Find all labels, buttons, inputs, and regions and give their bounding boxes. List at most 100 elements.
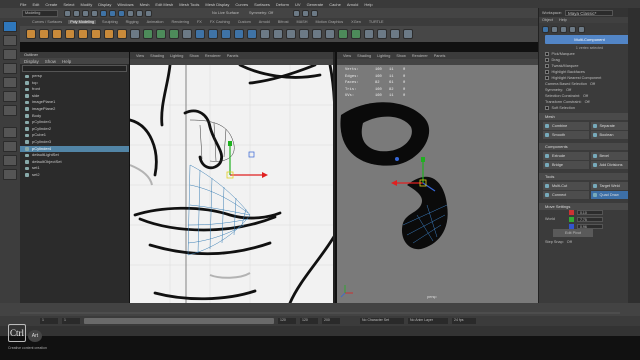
menu-cache[interactable]: Cache <box>329 2 341 7</box>
shelf-tab-arnold[interactable]: Arnold <box>257 20 272 24</box>
world-dropdown[interactable]: World <box>545 217 565 221</box>
move-tool-icon[interactable] <box>3 63 17 74</box>
step-snap-row[interactable]: Step Snap: Off <box>539 239 640 245</box>
menu-modify[interactable]: Modify <box>81 2 93 7</box>
vp1-menu-renderer[interactable]: Renderer <box>205 54 221 58</box>
mesh-section-header[interactable]: Mesh <box>539 113 640 120</box>
outliner-item[interactable]: pCube1 <box>20 132 129 139</box>
lasso-tool-icon[interactable] <box>3 35 17 46</box>
shelf-tab-rendering[interactable]: Rendering <box>169 20 191 24</box>
quad-draw-icon[interactable] <box>312 29 322 39</box>
menu-mesh-display[interactable]: Mesh Display <box>205 2 229 7</box>
fps-dropdown[interactable]: 24 fps <box>452 318 476 324</box>
shelf-tab-mash[interactable]: MASH <box>295 20 310 24</box>
shelf-tab-sculpting[interactable]: Sculpting <box>100 20 120 24</box>
outliner-menu-help[interactable]: Help <box>62 59 71 64</box>
vertex-mode-icon[interactable] <box>551 25 558 33</box>
outliner-item[interactable]: imagePlane2 <box>20 106 129 113</box>
range-end-field[interactable]: 120 <box>278 318 296 324</box>
menu-create[interactable]: Create <box>45 2 57 7</box>
outliner-item[interactable]: set2 <box>20 172 129 179</box>
connect-button[interactable]: Connect <box>543 191 589 199</box>
soft-selection-toggle[interactable]: Soft Selection <box>539 105 640 111</box>
outliner-item[interactable]: Body <box>20 113 129 120</box>
shelf-tab-xgen[interactable]: XGen <box>349 20 363 24</box>
vp2-menu-show[interactable]: Show <box>396 54 406 58</box>
menu-curves[interactable]: Curves <box>235 2 248 7</box>
time-slider[interactable] <box>0 303 640 316</box>
combine-icon[interactable] <box>143 29 153 39</box>
redo-icon[interactable] <box>91 9 98 17</box>
save-scene-icon[interactable] <box>73 9 80 17</box>
character-set-dropdown[interactable]: No Character Set <box>360 318 404 324</box>
undo-icon[interactable] <box>82 9 89 17</box>
outliner-item[interactable]: set1 <box>20 165 129 172</box>
super-shape-icon[interactable] <box>130 29 140 39</box>
shelf-tab-animation[interactable]: Animation <box>145 20 166 24</box>
menu-mesh[interactable]: Mesh <box>140 2 150 7</box>
select-component-icon[interactable] <box>118 9 125 17</box>
shelf-tab-rigging[interactable]: Rigging <box>124 20 141 24</box>
shelf-tab-fx[interactable]: FX <box>195 20 204 24</box>
shelf-tab-curves[interactable]: Curves / Surfaces <box>30 20 64 24</box>
render-icon[interactable] <box>293 9 301 17</box>
vp1-menu-show[interactable]: Show <box>189 54 199 58</box>
command-line[interactable] <box>0 326 640 336</box>
components-section-header[interactable]: Components <box>539 143 640 150</box>
poly-sphere-icon[interactable] <box>26 29 36 39</box>
outliner-layout-icon[interactable] <box>3 169 17 180</box>
multi-cut-button[interactable]: Multi-Cut <box>543 182 589 190</box>
uv-editor-icon[interactable] <box>364 29 374 39</box>
outliner-menu-display[interactable]: Display <box>24 59 39 64</box>
outliner-item[interactable]: pCylinder2 <box>20 126 129 133</box>
outliner-item[interactable]: imagePlane1 <box>20 99 129 106</box>
menu-file[interactable]: File <box>20 2 26 7</box>
symmetry-label[interactable]: Symmetry: Off <box>249 11 273 15</box>
menu-edit-mesh[interactable]: Edit Mesh <box>155 2 173 7</box>
extrude-icon[interactable] <box>195 29 205 39</box>
menu-arnold[interactable]: Arnold <box>347 2 359 7</box>
select-hierarchy-icon[interactable] <box>100 9 107 17</box>
planar-map-icon[interactable] <box>338 29 348 39</box>
last-tool-icon[interactable] <box>3 105 17 116</box>
insert-edge-loop-icon[interactable] <box>273 29 283 39</box>
fill-hole-icon[interactable] <box>247 29 257 39</box>
smooth-button[interactable]: Smooth <box>543 131 589 139</box>
vp2-menu-renderer[interactable]: Renderer <box>412 54 428 58</box>
vp2-menu-shading[interactable]: Shading <box>357 54 371 58</box>
pick-option-checkbox[interactable] <box>545 76 549 80</box>
poly-torus-icon[interactable] <box>78 29 88 39</box>
bridge-button[interactable]: Bridge <box>543 161 589 169</box>
pick-option-checkbox[interactable] <box>545 52 549 56</box>
ipr-render-icon[interactable] <box>302 9 310 17</box>
uv-mode-icon[interactable] <box>578 25 585 33</box>
outliner-item[interactable]: pCylinder1 <box>20 119 129 126</box>
vp2-menu-lighting[interactable]: Lighting <box>377 54 390 58</box>
outliner-item[interactable]: persp <box>20 73 129 80</box>
shelf-tab-poly-modeling[interactable]: Poly Modeling <box>68 20 97 24</box>
pick-option-checkbox[interactable] <box>545 70 549 74</box>
freeze-transform-icon[interactable] <box>390 29 400 39</box>
menu-edit[interactable]: Edit <box>32 2 39 7</box>
select-tool-icon[interactable] <box>3 21 17 32</box>
axis-value-field[interactable]: 0.10 <box>577 209 603 215</box>
outliner-menu-show[interactable]: Show <box>45 59 56 64</box>
toolkit-menu-help[interactable]: Help <box>559 18 567 22</box>
menu-help[interactable]: Help <box>364 2 372 7</box>
multi-component-button[interactable]: Multi-Component <box>545 35 634 44</box>
menu-generate[interactable]: Generate <box>307 2 324 7</box>
outliner-item[interactable]: side <box>20 93 129 100</box>
outliner-item[interactable]: pCylinder3 <box>20 139 129 146</box>
center-pivot-icon[interactable] <box>377 29 387 39</box>
edit-pivot-button[interactable]: Edit Pivot <box>553 229 593 237</box>
render-settings-icon[interactable] <box>311 9 319 17</box>
toolkit-menu-object[interactable]: Object <box>542 18 553 22</box>
vp1-menu-shading[interactable]: Shading <box>150 54 164 58</box>
object-mode-icon[interactable] <box>542 25 549 33</box>
platonic-solid-icon[interactable] <box>117 29 127 39</box>
outliner-item[interactable]: front <box>20 86 129 93</box>
separate-icon[interactable] <box>156 29 166 39</box>
paint-select-tool-icon[interactable] <box>3 49 17 60</box>
face-mode-icon[interactable] <box>569 25 576 33</box>
menu-select[interactable]: Select <box>63 2 74 7</box>
